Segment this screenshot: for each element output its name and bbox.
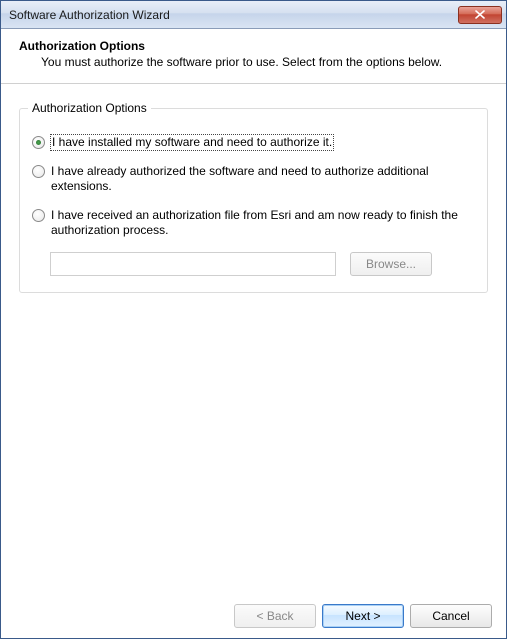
authorization-file-row: Browse... — [32, 252, 475, 276]
radio-icon[interactable] — [32, 136, 45, 149]
titlebar: Software Authorization Wizard — [1, 1, 506, 29]
page-subtitle: You must authorize the software prior to… — [19, 55, 488, 69]
option-install-authorize[interactable]: I have installed my software and need to… — [32, 135, 475, 150]
radio-label[interactable]: I have already authorized the software a… — [51, 164, 475, 194]
back-button: < Back — [234, 604, 316, 628]
wizard-header: Authorization Options You must authorize… — [1, 29, 506, 84]
radio-icon[interactable] — [32, 209, 45, 222]
radio-label[interactable]: I have received an authorization file fr… — [51, 208, 475, 238]
option-authorization-file[interactable]: I have received an authorization file fr… — [32, 208, 475, 238]
authorization-file-input — [50, 252, 336, 276]
browse-button: Browse... — [350, 252, 432, 276]
wizard-content: Authorization Options I have installed m… — [1, 84, 506, 624]
window-title: Software Authorization Wizard — [9, 8, 458, 22]
group-title: Authorization Options — [28, 101, 151, 115]
wizard-footer: < Back Next > Cancel — [234, 604, 492, 628]
option-additional-extensions[interactable]: I have already authorized the software a… — [32, 164, 475, 194]
close-icon — [475, 10, 485, 19]
cancel-button[interactable]: Cancel — [410, 604, 492, 628]
radio-label[interactable]: I have installed my software and need to… — [51, 135, 333, 150]
radio-icon[interactable] — [32, 165, 45, 178]
page-title: Authorization Options — [19, 39, 488, 53]
authorization-options-group: Authorization Options I have installed m… — [19, 108, 488, 293]
close-button[interactable] — [458, 6, 502, 24]
next-button[interactable]: Next > — [322, 604, 404, 628]
